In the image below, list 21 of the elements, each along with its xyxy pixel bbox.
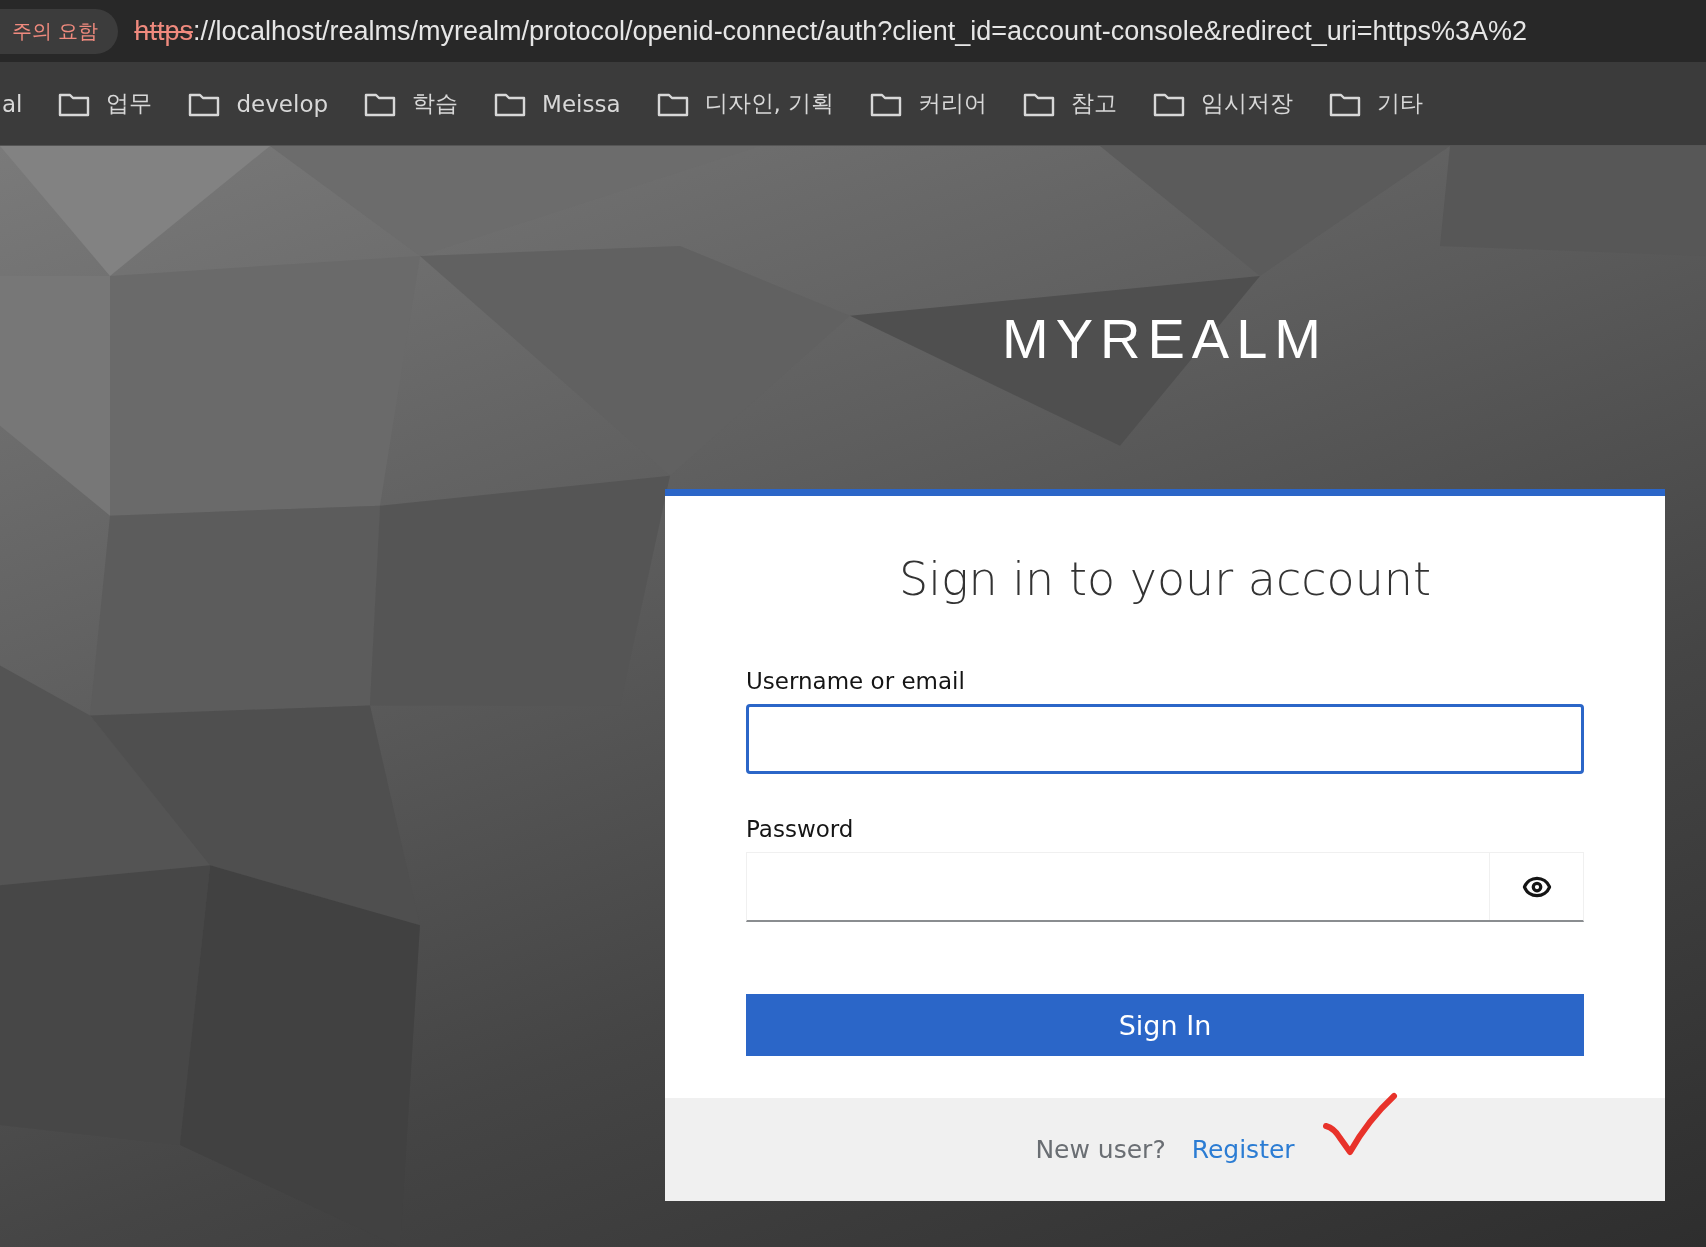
bookmark-folder[interactable]: 참고 <box>1071 88 1118 119</box>
register-link[interactable]: Register <box>1191 1135 1295 1164</box>
bookmark-folder[interactable]: 업무 <box>106 88 153 119</box>
security-warning-badge[interactable]: 주의 요함 <box>0 8 119 54</box>
bookmark-item[interactable]: al <box>2 90 23 117</box>
bookmark-folder[interactable]: 임시저장 <box>1201 88 1294 119</box>
sign-in-button[interactable]: Sign In <box>746 994 1584 1056</box>
login-title: Sign in to your account <box>897 552 1432 606</box>
bookmark-folder[interactable]: 기타 <box>1377 88 1424 119</box>
bookmark-folder[interactable]: 학습 <box>412 88 459 119</box>
password-field[interactable] <box>746 852 1584 922</box>
field-label: Username or email <box>746 668 966 694</box>
realm-title: MYREALM <box>1002 306 1328 371</box>
bookmark-folder[interactable]: 디자인, 기획 <box>704 88 835 119</box>
bookmark-folder[interactable]: 커리어 <box>918 88 988 119</box>
username-field[interactable] <box>746 704 1584 774</box>
url-text[interactable]: https://localhost/realms/myrealm/protocol/openid-connect/auth?client_id=account-console&redirect_uri=https%3A%2 <box>134 15 1528 47</box>
field-label: Password <box>746 816 855 842</box>
bookmark-folder[interactable]: Meissa <box>542 90 621 117</box>
bookmark-folder[interactable]: develop <box>236 90 329 117</box>
new-user-text: New user? <box>1035 1135 1166 1164</box>
